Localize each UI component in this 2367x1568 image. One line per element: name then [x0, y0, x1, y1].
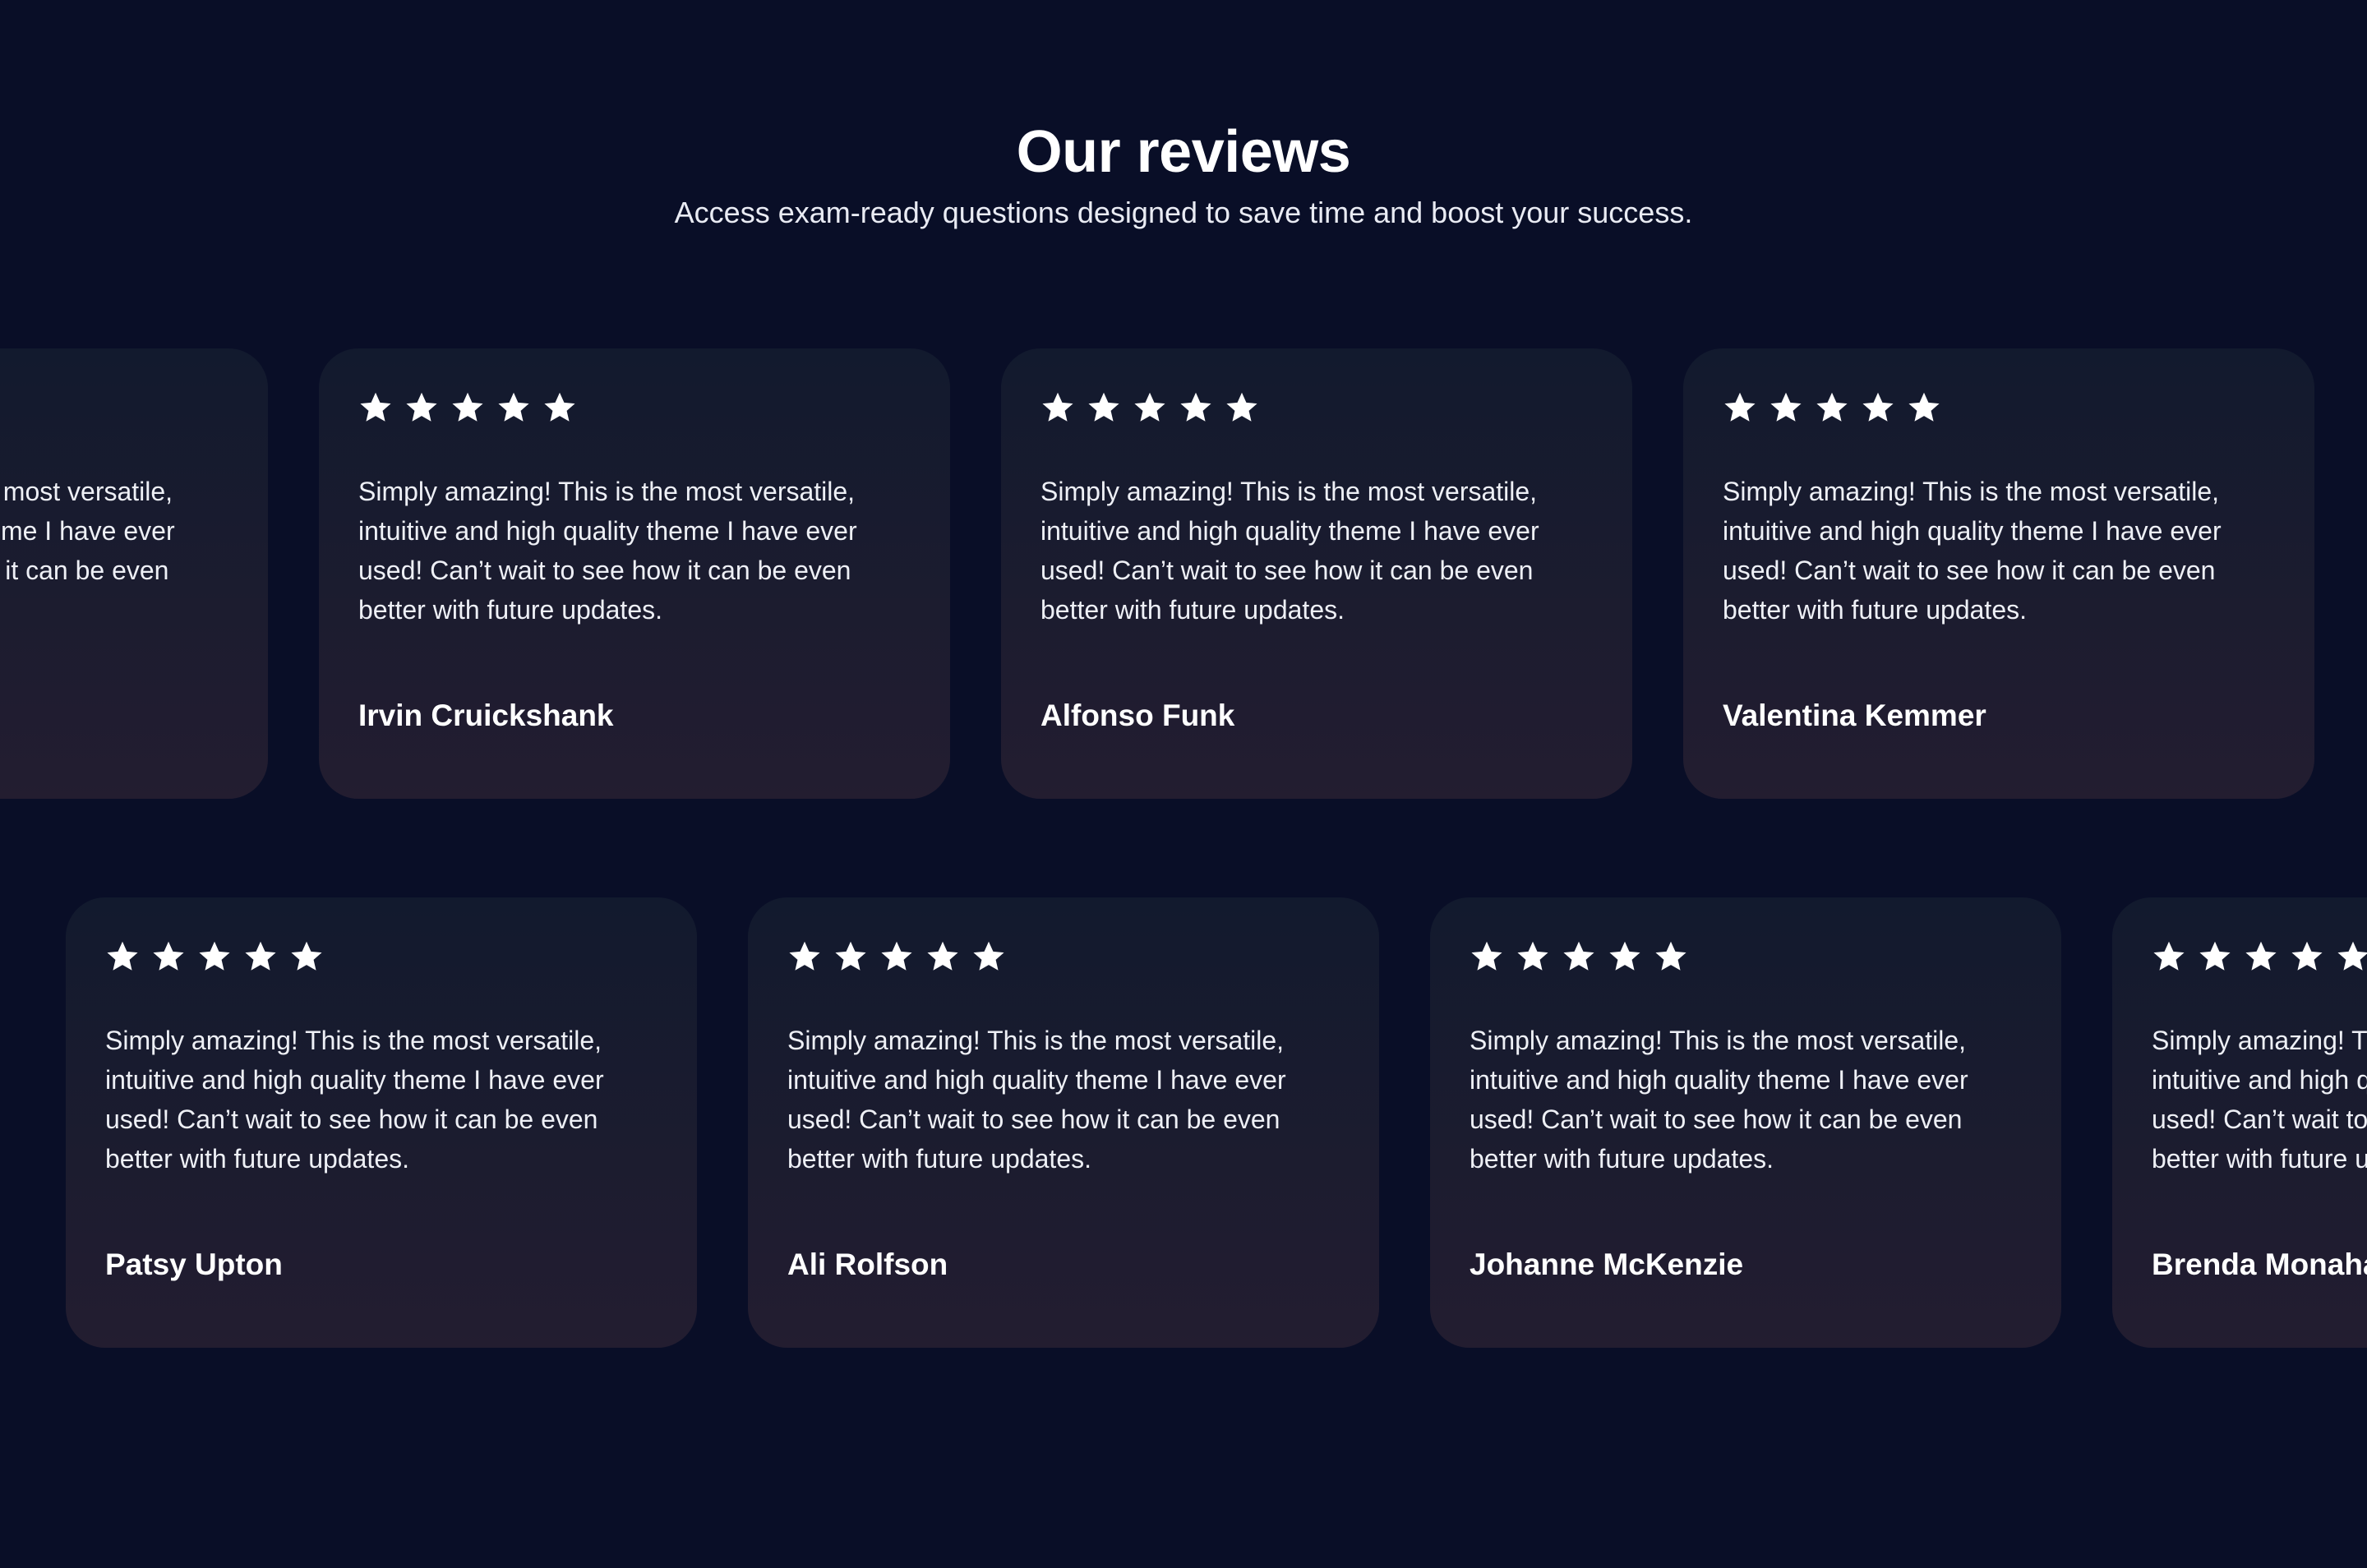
star-icon [2245, 941, 2277, 971]
star-icon [2199, 941, 2231, 971]
star-icon [2337, 941, 2367, 971]
review-card: Simply amazing! This is the most versati… [1001, 348, 1632, 799]
star-icon [1908, 392, 1940, 422]
review-text: Simply amazing! This is the most versati… [358, 477, 857, 625]
star-icon [1517, 941, 1548, 971]
star-icon [927, 941, 958, 971]
review-card: Simply amazing! This is the most versati… [66, 897, 697, 1348]
reviewer-name: Johanne McKenzie [1470, 1247, 1744, 1281]
reviewer-name: Ali Rolfson [787, 1247, 948, 1281]
star-icon [406, 392, 437, 422]
star-rating [358, 390, 911, 426]
star-icon [881, 941, 912, 971]
star-icon [1042, 392, 1073, 422]
star-icon [1180, 392, 1211, 422]
review-card: Simply amazing! This is the most versati… [0, 348, 268, 799]
reviewer-name: Valentina Kemmer [1723, 699, 1986, 732]
review-card: Simply amazing! This is the most versati… [2112, 897, 2367, 1348]
reviews-row-2[interactable]: Simply amazing! This is the most versati… [0, 897, 2367, 1348]
review-text: Simply amazing! This is the most versati… [2152, 1026, 2367, 1174]
review-card: Simply amazing! This is the most versati… [748, 897, 1379, 1348]
review-text: Simply amazing! This is the most versati… [787, 1026, 1286, 1174]
star-rating [1723, 390, 2275, 426]
review-card: Simply amazing! This is the most versati… [1683, 348, 2314, 799]
review-text: Simply amazing! This is the most versati… [1040, 477, 1539, 625]
star-rating [787, 938, 1340, 975]
star-icon [291, 941, 322, 971]
star-icon [1471, 941, 1502, 971]
star-icon [452, 392, 483, 422]
star-icon [1816, 392, 1848, 422]
review-card: Simply amazing! This is the most versati… [319, 348, 950, 799]
reviewer-name: Alfonso Funk [1040, 699, 1235, 732]
star-icon [153, 941, 184, 971]
star-icon [199, 941, 230, 971]
star-icon [1724, 392, 1756, 422]
review-text: Simply amazing! This is the most versati… [1723, 477, 2222, 625]
star-rating [0, 390, 228, 426]
reviewer-name: Patsy Upton [105, 1247, 283, 1281]
star-icon [107, 941, 138, 971]
review-text: Simply amazing! This is the most versati… [1470, 1026, 1968, 1174]
star-icon [789, 941, 820, 971]
star-rating [1040, 390, 1593, 426]
star-icon [1609, 941, 1640, 971]
star-icon [835, 941, 866, 971]
star-rating [1470, 938, 2022, 975]
star-icon [1770, 392, 1802, 422]
star-icon [1862, 392, 1894, 422]
section-subtitle: Access exam-ready questions designed to … [674, 196, 1693, 229]
section-title: Our reviews [1016, 119, 1351, 185]
star-icon [1655, 941, 1686, 971]
star-icon [2153, 941, 2185, 971]
review-text: Simply amazing! This is the most versati… [105, 1026, 604, 1174]
star-icon [973, 941, 1004, 971]
star-icon [498, 392, 529, 422]
star-icon [360, 392, 391, 422]
review-text: Simply amazing! This is the most versati… [0, 477, 175, 585]
review-card: Simply amazing! This is the most versati… [1430, 897, 2061, 1348]
star-icon [1563, 941, 1594, 971]
star-icon [1088, 392, 1119, 422]
reviewer-name: Brenda Monahan [2152, 1247, 2367, 1281]
star-icon [245, 941, 276, 971]
reviewer-name: Irvin Cruickshank [358, 699, 614, 732]
star-icon [1134, 392, 1165, 422]
star-icon [544, 392, 575, 422]
star-icon [1226, 392, 1257, 422]
reviews-row-1[interactable]: Simply amazing! This is the most versati… [0, 348, 2367, 799]
star-icon [2291, 941, 2323, 971]
star-rating [105, 938, 658, 975]
star-rating [2152, 938, 2367, 975]
